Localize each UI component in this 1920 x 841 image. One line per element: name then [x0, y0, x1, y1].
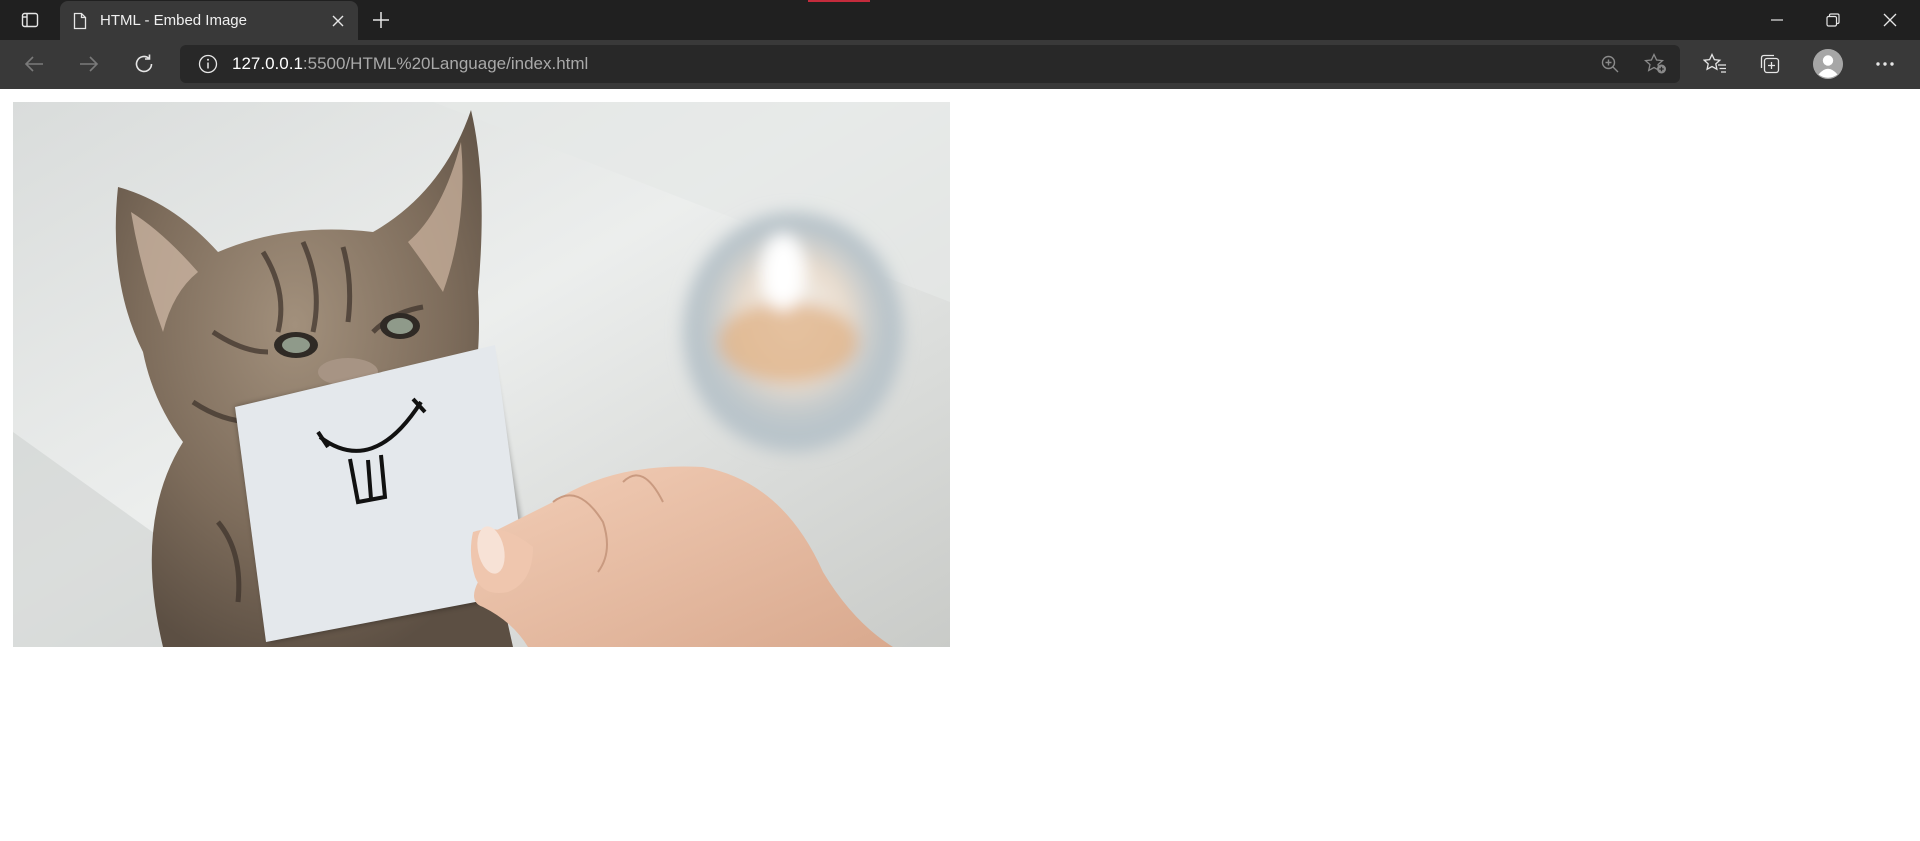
profile-avatar[interactable] — [1813, 49, 1843, 79]
refresh-button[interactable] — [126, 46, 162, 82]
tab-title: HTML - Embed Image — [100, 12, 247, 29]
settings-more-button[interactable] — [1867, 46, 1903, 82]
arrow-left-icon — [24, 56, 43, 72]
url-host: 127.0.0.1 — [232, 54, 303, 73]
arrow-right-icon — [80, 56, 99, 72]
collections-icon — [1760, 54, 1780, 74]
add-favorite-button[interactable] — [1638, 46, 1674, 82]
favorites-icon — [1703, 53, 1726, 73]
collections-button[interactable] — [1752, 46, 1788, 82]
favorites-button[interactable] — [1697, 46, 1733, 82]
url-path: :5500/HTML%20Language/index.html — [302, 54, 589, 73]
url-text[interactable]: 127.0.0.1:5500/HTML%20Language/index.htm… — [232, 54, 588, 74]
zoom-in-icon — [1601, 55, 1619, 73]
browser-tab-active[interactable]: HTML - Embed Image — [60, 1, 358, 40]
title-bar: HTML - Embed Image — [0, 0, 1920, 40]
plus-icon — [373, 12, 389, 28]
tab-actions-button[interactable] — [0, 0, 60, 40]
info-icon — [198, 54, 218, 74]
close-icon — [332, 15, 344, 26]
back-button[interactable] — [16, 46, 52, 82]
site-info-button[interactable] — [190, 45, 226, 83]
star-add-icon — [1644, 53, 1666, 74]
close-window-button[interactable] — [1862, 0, 1918, 40]
minimize-button[interactable] — [1749, 0, 1805, 40]
page-viewport — [0, 89, 1920, 841]
zoom-button[interactable] — [1592, 46, 1628, 82]
tab-close-button[interactable] — [324, 7, 352, 35]
restore-button[interactable] — [1805, 0, 1861, 40]
document-icon — [73, 12, 87, 29]
user-icon — [1813, 49, 1843, 79]
refresh-icon — [135, 54, 153, 73]
minimize-icon — [1771, 19, 1783, 21]
restore-icon — [1826, 13, 1840, 27]
more-horizontal-icon — [1876, 62, 1894, 66]
browser-toolbar: 127.0.0.1:5500/HTML%20Language/index.htm… — [0, 40, 1920, 89]
forward-button[interactable] — [71, 46, 107, 82]
close-icon — [1883, 13, 1897, 27]
embedded-image — [13, 102, 950, 647]
cat-photo — [13, 102, 950, 647]
accent-strip — [808, 0, 870, 2]
tab-actions-icon — [21, 12, 39, 28]
address-bar[interactable]: 127.0.0.1:5500/HTML%20Language/index.htm… — [180, 45, 1680, 83]
new-tab-button[interactable] — [365, 4, 397, 36]
